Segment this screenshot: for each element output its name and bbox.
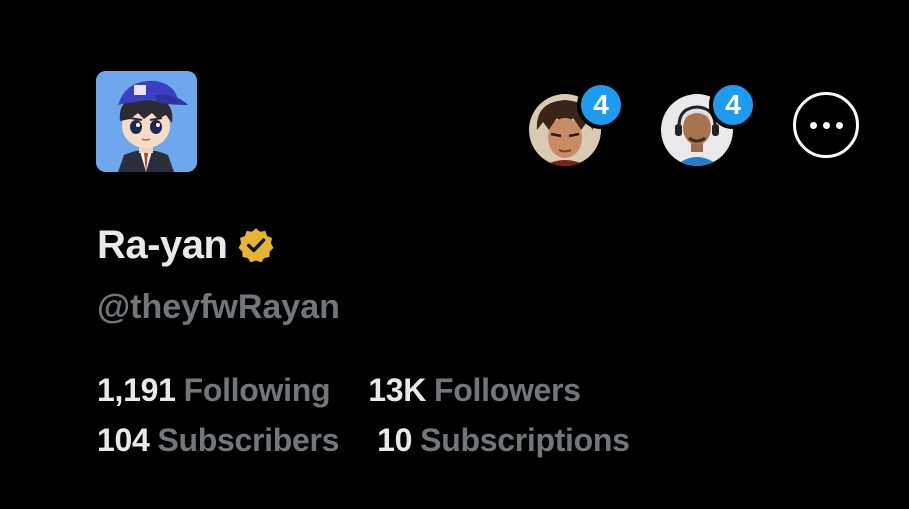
more-options-icon-dot bbox=[822, 121, 830, 129]
stats-row-1: 1,191 Following 13K Followers bbox=[97, 372, 581, 409]
subscribers-count: 104 bbox=[97, 422, 150, 458]
story-count-badge-2: 4 bbox=[709, 81, 757, 129]
user-handle: @theyfwRayan bbox=[97, 288, 340, 326]
more-options-button[interactable] bbox=[793, 92, 859, 158]
following-count: 1,191 bbox=[97, 372, 176, 408]
verified-badge-icon[interactable] bbox=[237, 226, 275, 264]
name-row: Ra-yan bbox=[97, 220, 275, 270]
following-label: Following bbox=[183, 372, 331, 408]
followers-stat[interactable]: 13K Followers bbox=[368, 372, 581, 409]
subscribers-label: Subscribers bbox=[157, 422, 340, 458]
profile-avatar[interactable] bbox=[96, 71, 197, 172]
followers-count: 13K bbox=[368, 372, 427, 408]
subscribers-stat[interactable]: 104 Subscribers bbox=[97, 422, 339, 459]
subscriptions-stat[interactable]: 10 Subscriptions bbox=[377, 422, 630, 459]
display-name: Ra-yan bbox=[97, 222, 228, 267]
story-count-badge-1: 4 bbox=[577, 81, 625, 129]
subscriptions-label: Subscriptions bbox=[420, 422, 630, 458]
more-options-icon-dot bbox=[835, 121, 843, 129]
following-stat[interactable]: 1,191 Following bbox=[97, 372, 331, 409]
followers-label: Followers bbox=[434, 372, 581, 408]
stats-row-2: 104 Subscribers 10 Subscriptions bbox=[97, 422, 630, 459]
more-options-icon bbox=[809, 121, 817, 129]
cartoon-avatar-icon bbox=[96, 71, 197, 172]
subscriptions-count: 10 bbox=[377, 422, 413, 458]
